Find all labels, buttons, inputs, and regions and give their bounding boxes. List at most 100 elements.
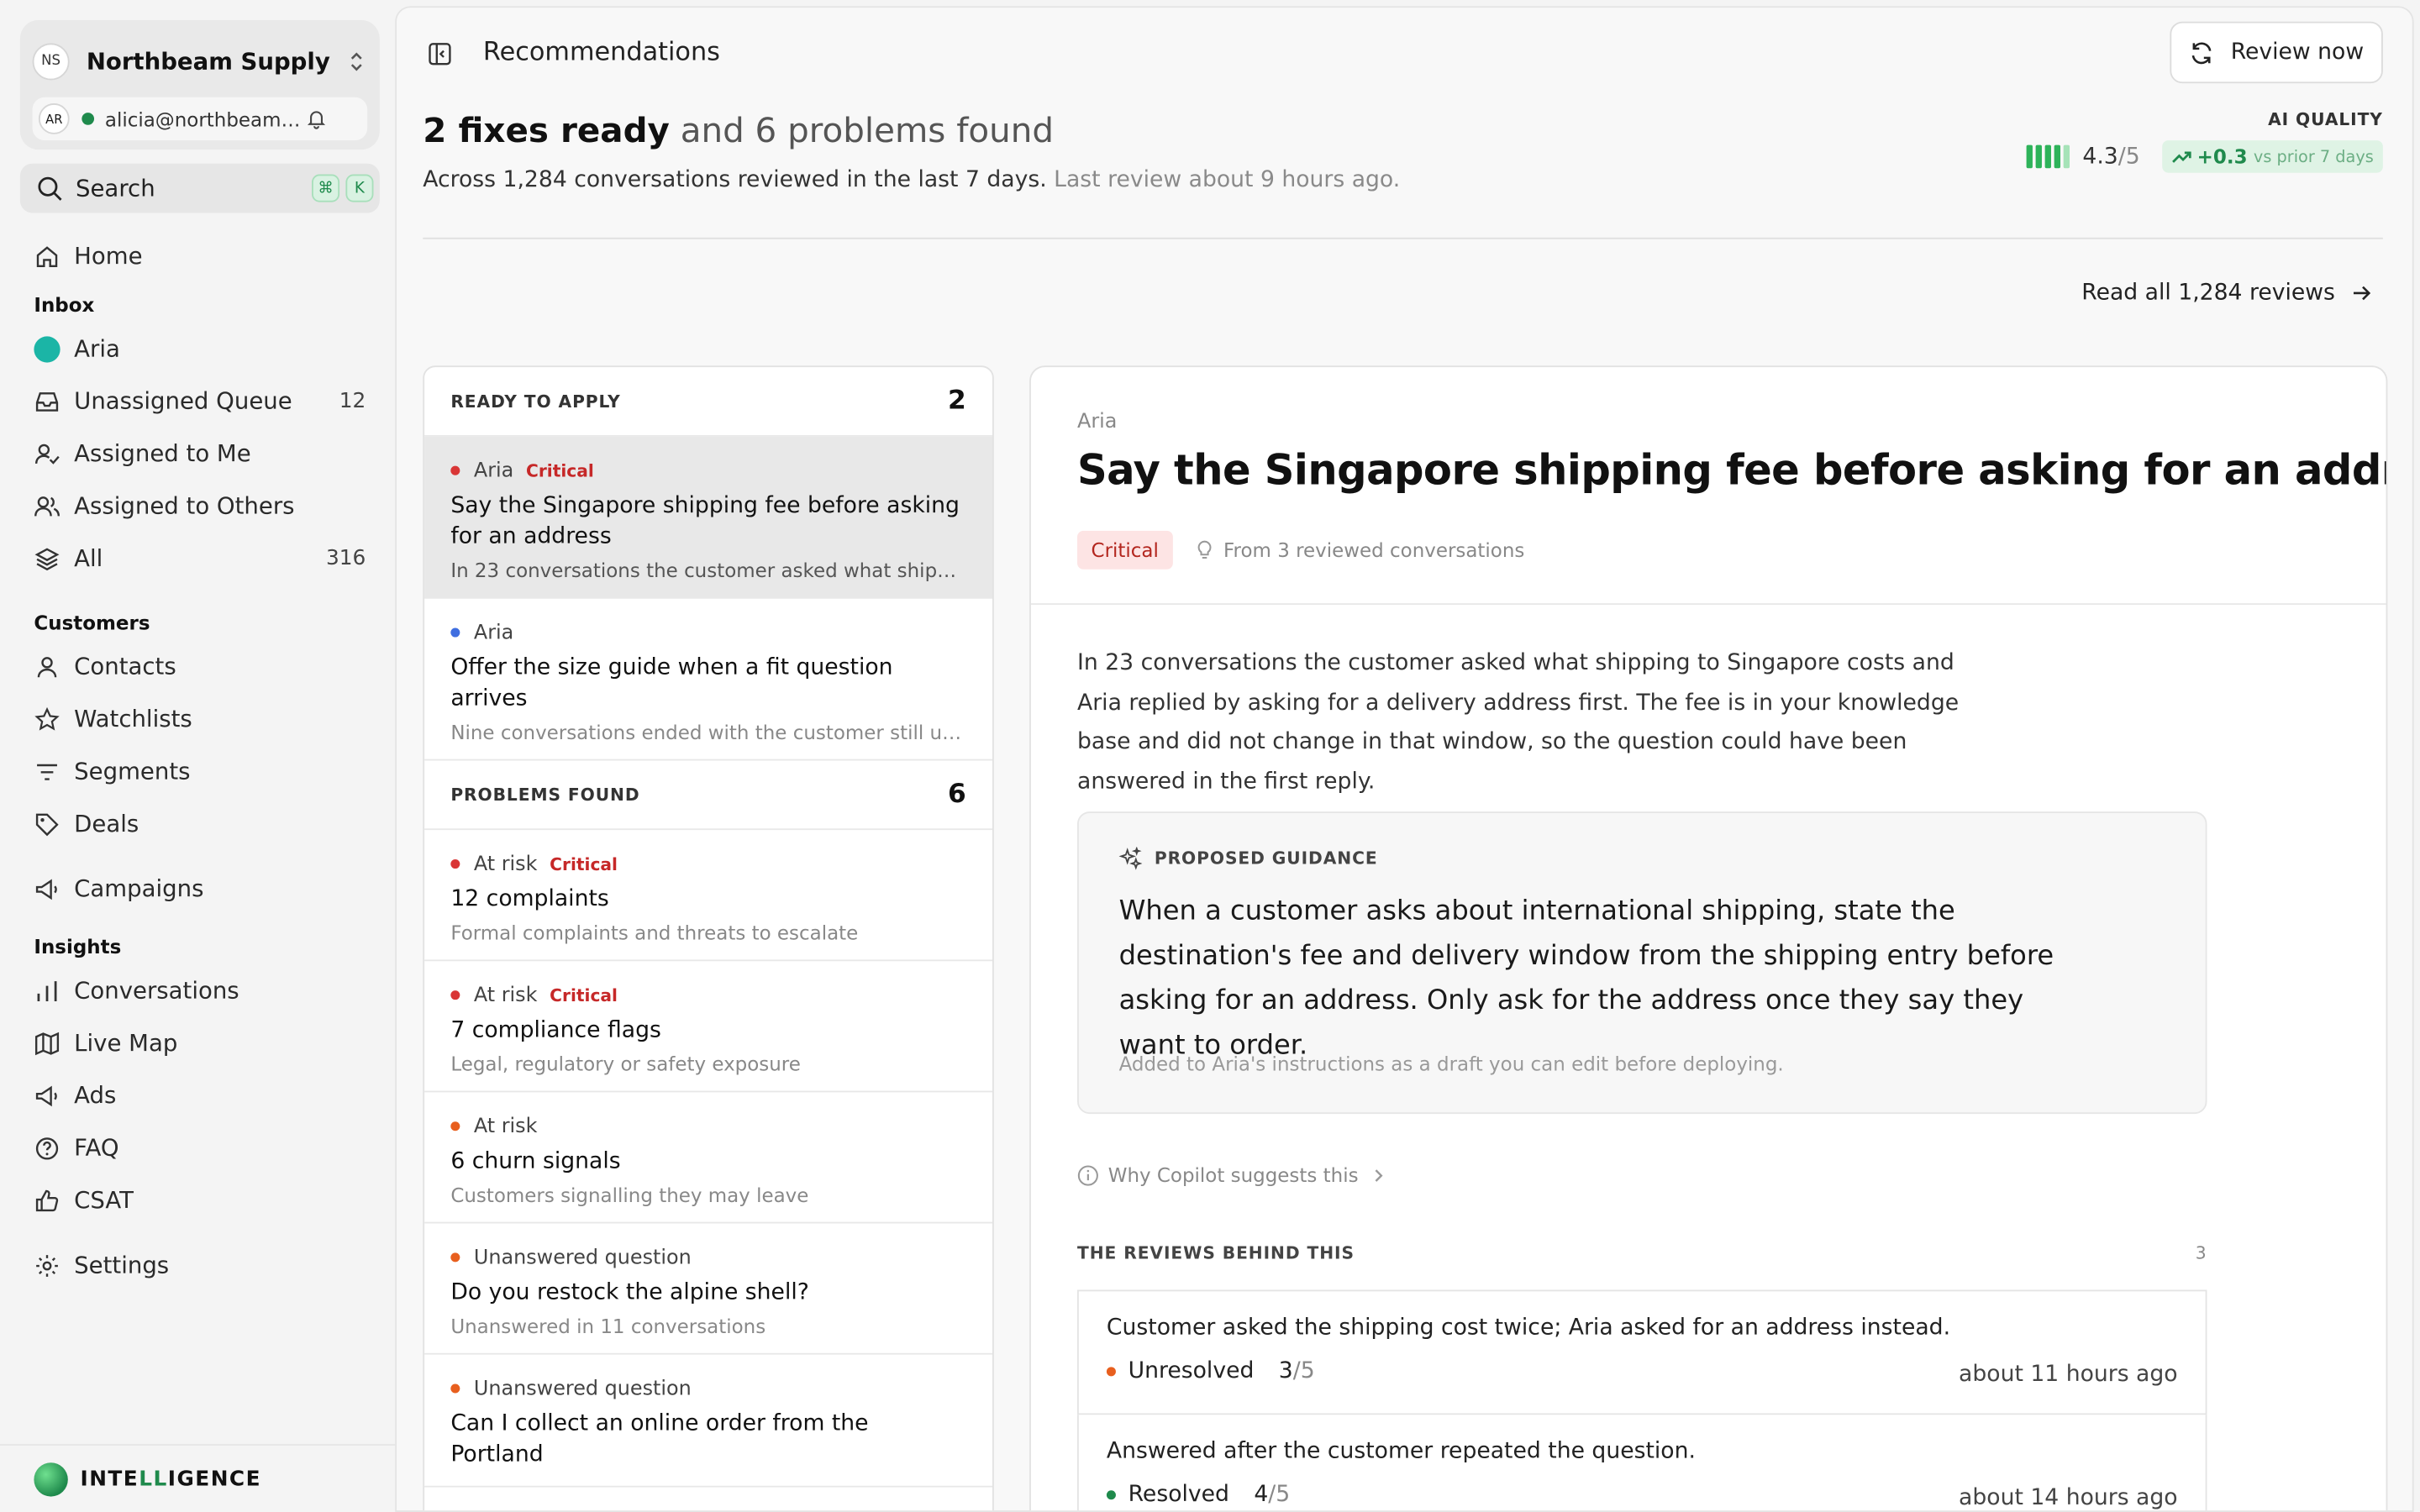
review-scope-text: Across 1,284 conversations reviewed in t… [423, 168, 1047, 193]
ready-to-apply-header: READY TO APPLY 2 [424, 367, 992, 437]
recommendation-detail: Aria Say the Singapore shipping fee befo… [1029, 365, 2388, 1511]
sidebar-item-csat[interactable]: CSAT [20, 1174, 380, 1226]
sidebar-item-live-map[interactable]: Live Map [20, 1016, 380, 1068]
sidebar-item-label: FAQ [74, 1133, 119, 1163]
online-status-dot [82, 113, 95, 125]
sidebar-item-campaigns[interactable]: Campaigns [20, 863, 380, 915]
help-circle-icon [33, 1134, 60, 1162]
quality-bars-icon [2027, 144, 2070, 169]
sidebar-item-contacts[interactable]: Contacts [20, 640, 380, 692]
brand-logo [34, 1462, 68, 1496]
list-item[interactable]: At risk 6 churn signals Customers signal… [424, 1092, 992, 1224]
sidebar-item-aria[interactable]: Aria [20, 323, 380, 375]
brand-name-part: IGENCE [167, 1466, 262, 1492]
item-description: Legal, regulatory or safety exposure [450, 1052, 801, 1076]
sidebar-item-assigned-others[interactable]: Assigned to Others [20, 480, 380, 532]
sidebar-item-label: Conversations [74, 976, 239, 1005]
item-source: Aria [473, 621, 514, 644]
item-source: Aria [473, 459, 514, 482]
user-row[interactable]: AR alicia@northbeamsu... [32, 97, 368, 141]
severity-dot [450, 465, 460, 475]
workspace-switcher[interactable]: NS Northbeam Supply [32, 33, 368, 92]
item-meta: Unanswered question [450, 1373, 965, 1404]
review-now-button[interactable]: Review now [2170, 21, 2383, 84]
sidebar-item-watchlists[interactable]: Watchlists [20, 693, 380, 745]
item-title: 12 complaints [450, 887, 609, 912]
item-title: Can I collect an online order from the P… [450, 1411, 869, 1467]
ai-quality-label: AI QUALITY [2268, 109, 2383, 130]
sidebar-toggle-icon[interactable] [428, 42, 452, 66]
item-title: 6 churn signals [450, 1149, 621, 1174]
layers-icon [33, 544, 60, 572]
shortcut-key-cmd: ⌘ [312, 174, 340, 202]
severity-dot [450, 1383, 460, 1394]
quality-score: 4.3/5 [2082, 144, 2139, 169]
sidebar: NS Northbeam Supply AR alicia@northbeams… [0, 0, 396, 1512]
reviews-header: THE REVIEWS BEHIND THIS 3 [1077, 1243, 2207, 1263]
severity-dot [450, 1252, 460, 1263]
sidebar-item-label: Campaigns [74, 874, 204, 903]
section-count: 2 [948, 386, 966, 417]
review-score-denominator: /5 [1292, 1359, 1315, 1384]
brand-name-part: INTE [80, 1466, 139, 1492]
fixes-ready-text: 2 fixes ready [423, 113, 670, 151]
user-email: alicia@northbeamsu... [104, 107, 306, 131]
sidebar-item-faq[interactable]: FAQ [20, 1121, 380, 1173]
sidebar-item-assigned-me[interactable]: Assigned to Me [20, 428, 380, 480]
item-description: Nine conversations ended with the custom… [450, 720, 966, 744]
source-count-text: From 3 reviewed conversations [1223, 538, 1525, 562]
sidebar-item-ads[interactable]: Ads [20, 1069, 380, 1121]
guidance-note: Added to Aria's instructions as a draft … [1118, 1052, 1784, 1076]
brand-name: INTELLIGENCE [81, 1467, 261, 1491]
severity-dot [450, 627, 460, 638]
review-text: Answered after the customer repeated the… [1106, 1439, 1696, 1465]
users-icon [33, 492, 60, 520]
sidebar-item-home[interactable]: Home [20, 230, 380, 282]
read-all-reviews-link[interactable]: Read all 1,284 reviews [2081, 281, 2372, 306]
summary-headline: 2 fixes ready and 6 problems found [423, 113, 1054, 151]
item-source: At risk [473, 1115, 538, 1138]
sidebar-item-label: Contacts [74, 652, 176, 680]
workspace-card: NS Northbeam Supply AR alicia@northbeams… [19, 19, 380, 150]
list-item[interactable]: At risk Critical 7 compliance flags Legal… [424, 961, 992, 1093]
review-row[interactable]: Customer asked the shipping cost twice; … [1077, 1289, 2207, 1415]
list-item[interactable]: Aria Critical Say the Singapore shipping … [424, 436, 992, 599]
review-row[interactable]: Answered after the customer repeated the… [1077, 1415, 2207, 1511]
sidebar-item-conversations[interactable]: Conversations [20, 964, 380, 1016]
review-status: Unresolved [1128, 1359, 1255, 1384]
search-button[interactable]: Search ⌘ K [19, 163, 380, 213]
item-description: Customers signalling they may leave [450, 1183, 809, 1207]
list-item[interactable]: At risk Critical 12 complaints Formal com… [424, 830, 992, 962]
why-copilot-link[interactable]: Why Copilot suggests this [1077, 1163, 1396, 1186]
sidebar-item-all[interactable]: All 316 [20, 533, 380, 585]
detail-title: Say the Singapore shipping fee before as… [1077, 447, 2388, 496]
sidebar-item-label: Live Map [74, 1029, 178, 1058]
sidebar-nav: Home Inbox Aria Unassigned Queue 12 Assi… [20, 230, 380, 1292]
item-source: At risk [473, 852, 538, 876]
sidebar-item-label: Ads [74, 1081, 117, 1110]
bell-icon[interactable] [306, 108, 328, 130]
filter-lines-icon [33, 758, 60, 785]
delta-value: +0.3 [2196, 144, 2248, 169]
detail-badges: Critical From 3 reviewed conversations [1077, 530, 1525, 570]
sidebar-item-segments[interactable]: Segments [20, 745, 380, 797]
sidebar-item-unassigned[interactable]: Unassigned Queue 12 [20, 375, 380, 427]
sidebar-item-deals[interactable]: Deals [20, 798, 380, 850]
list-item[interactable]: Unanswered question Do you restock the a… [424, 1224, 992, 1355]
megaphone-icon [33, 874, 60, 902]
sidebar-item-label: Home [74, 242, 143, 270]
unassigned-count: 12 [339, 388, 366, 414]
sidebar-item-label: Unassigned Queue [74, 387, 292, 416]
sidebar-item-label: Segments [74, 757, 191, 785]
sidebar-item-settings[interactable]: Settings [20, 1239, 380, 1291]
shortcut-key-k: K [345, 174, 374, 202]
critical-tag: Critical [550, 853, 618, 874]
quality-delta-badge: +0.3 vs prior 7 days [2161, 140, 2383, 173]
sidebar-item-label: Assigned to Me [74, 439, 251, 468]
problems-found-header: PROBLEMS FOUND 6 [424, 760, 992, 831]
user-icon [33, 653, 60, 680]
severity-dot [450, 990, 460, 1000]
item-meta: At risk Critical [450, 979, 965, 1011]
list-item[interactable]: Unanswered question Can I collect an onl… [424, 1355, 992, 1488]
list-item[interactable]: Aria Offer the size guide when a fit que… [424, 599, 992, 761]
